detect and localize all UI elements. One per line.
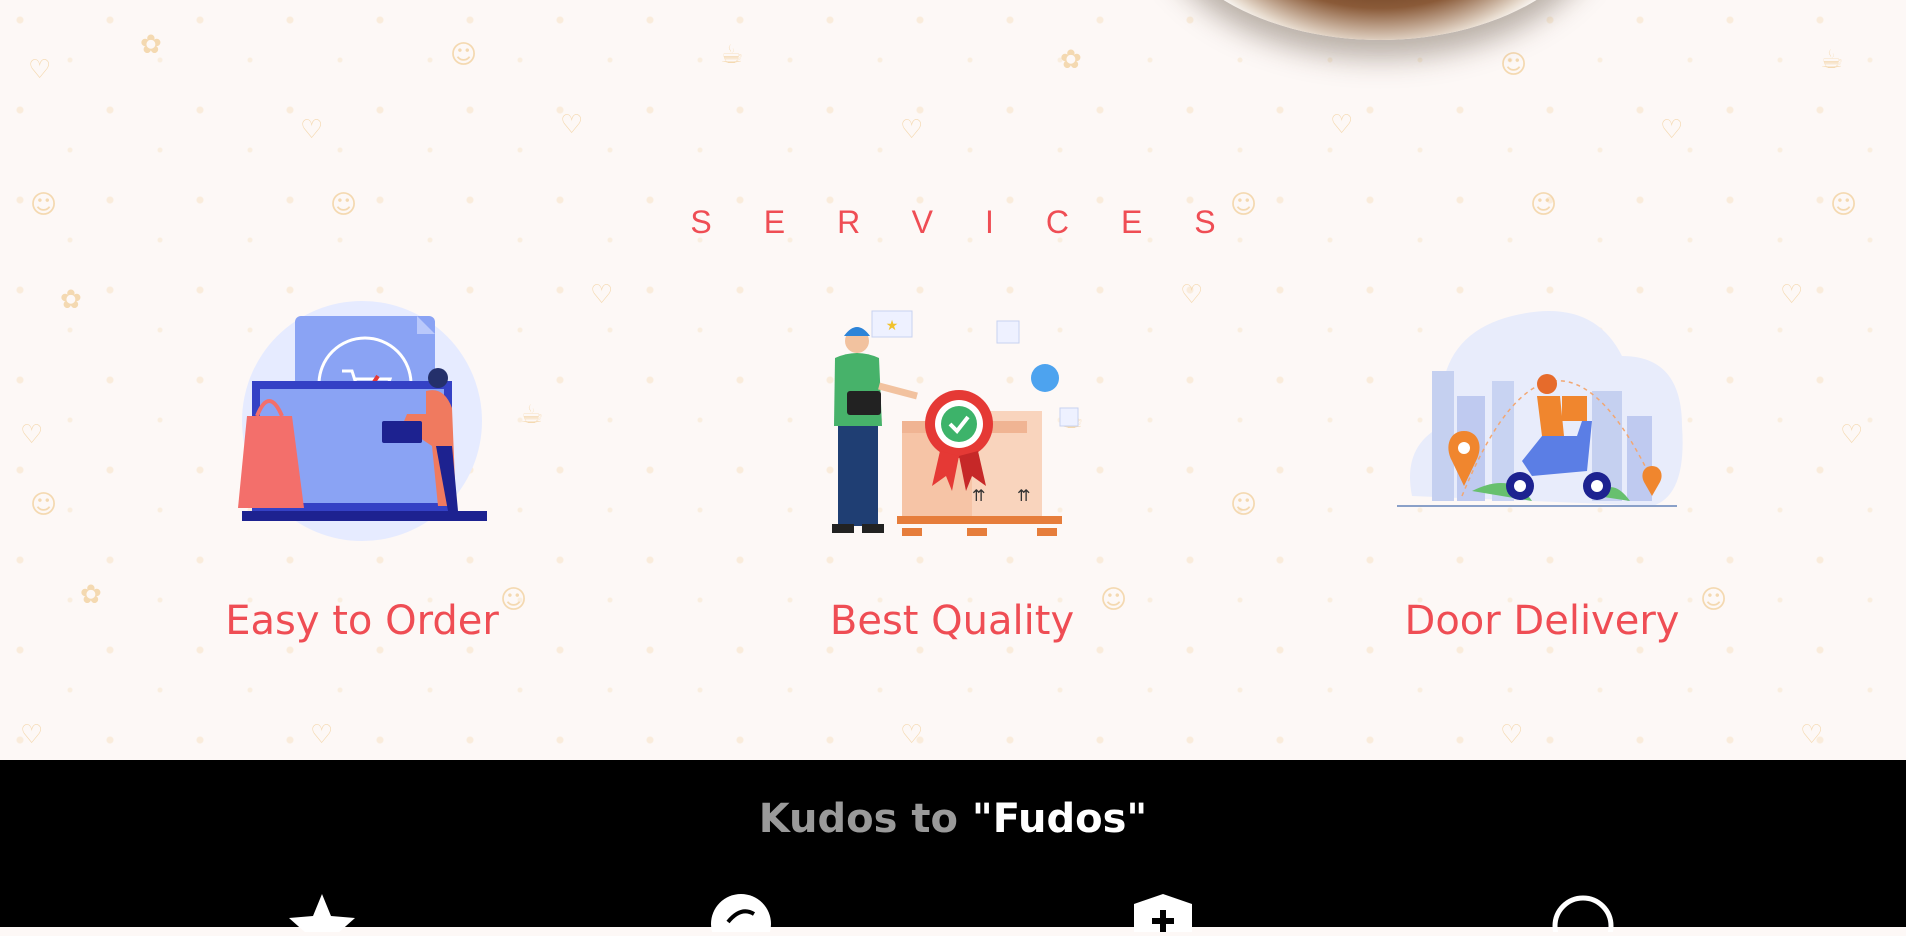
- search-icon: [1548, 892, 1618, 936]
- doodle-icon: ✿: [80, 580, 102, 610]
- doodle-icon: ♡: [1660, 115, 1684, 145]
- doodle-icon: ♡: [1840, 420, 1864, 450]
- doodle-icon: ☕: [720, 40, 744, 70]
- service-card-easy-to-order: [212, 296, 512, 546]
- service-label-best-quality: Best Quality: [829, 598, 1075, 644]
- doodle-icon: ✿: [60, 285, 82, 315]
- doodle-icon: ♡: [1180, 280, 1204, 310]
- svg-text:★: ★: [886, 318, 899, 334]
- online-cart-order-icon: [238, 301, 487, 541]
- doodle-icon: ☺: [450, 40, 478, 70]
- doodle-icon: ♡: [28, 55, 52, 85]
- doodle-icon: ♡: [300, 115, 324, 145]
- doodle-icon: ☺: [1500, 50, 1528, 80]
- doodle-icon: ✿: [1060, 45, 1082, 75]
- doodle-icon: ♡: [20, 720, 44, 750]
- doodle-icon: ☺: [1230, 490, 1258, 520]
- service-label-door-delivery: Door Delivery: [1404, 598, 1680, 644]
- doodle-icon: ♡: [590, 280, 614, 310]
- doodle-icon: ☕: [520, 400, 544, 430]
- svg-text:⇈: ⇈: [972, 486, 985, 505]
- service-card-best-quality: ★ ⇈ ⇈: [802, 296, 1102, 546]
- kudos-prefix: Kudos to: [758, 796, 972, 842]
- quality-badge-icon: ★ ⇈ ⇈: [832, 310, 1079, 536]
- doodle-icon: ♡: [900, 115, 924, 145]
- kudos-brand: "Fudos": [971, 796, 1148, 842]
- doodle-icon: ♡: [20, 420, 44, 450]
- doodle-icon: ♡: [1330, 110, 1354, 140]
- doodle-icon: ♡: [900, 720, 924, 750]
- doodle-icon: ✿: [140, 30, 162, 60]
- star-icon: [287, 892, 357, 934]
- doodle-icon: ☕: [1820, 45, 1844, 75]
- doodle-icon: ♡: [560, 110, 584, 140]
- svg-text:⇈: ⇈: [1017, 486, 1030, 505]
- kudos-heading: Kudos to "Fudos": [0, 796, 1906, 842]
- doodle-icon: ☺: [30, 490, 58, 520]
- service-card-door-delivery: [1392, 296, 1692, 546]
- doodle-icon: ♡: [310, 720, 334, 750]
- doodle-icon: ♡: [1800, 720, 1824, 750]
- shield-icon: [1128, 892, 1198, 932]
- services-heading: SERVICES: [690, 204, 1268, 240]
- service-label-easy-to-order: Easy to Order: [225, 598, 499, 644]
- footer-section: [0, 760, 1906, 927]
- doodle-icon: ♡: [1780, 280, 1804, 310]
- scooter-delivery-icon: [1397, 311, 1683, 507]
- chat-icon: [706, 892, 776, 936]
- doodle-icon: ♡: [1500, 720, 1524, 750]
